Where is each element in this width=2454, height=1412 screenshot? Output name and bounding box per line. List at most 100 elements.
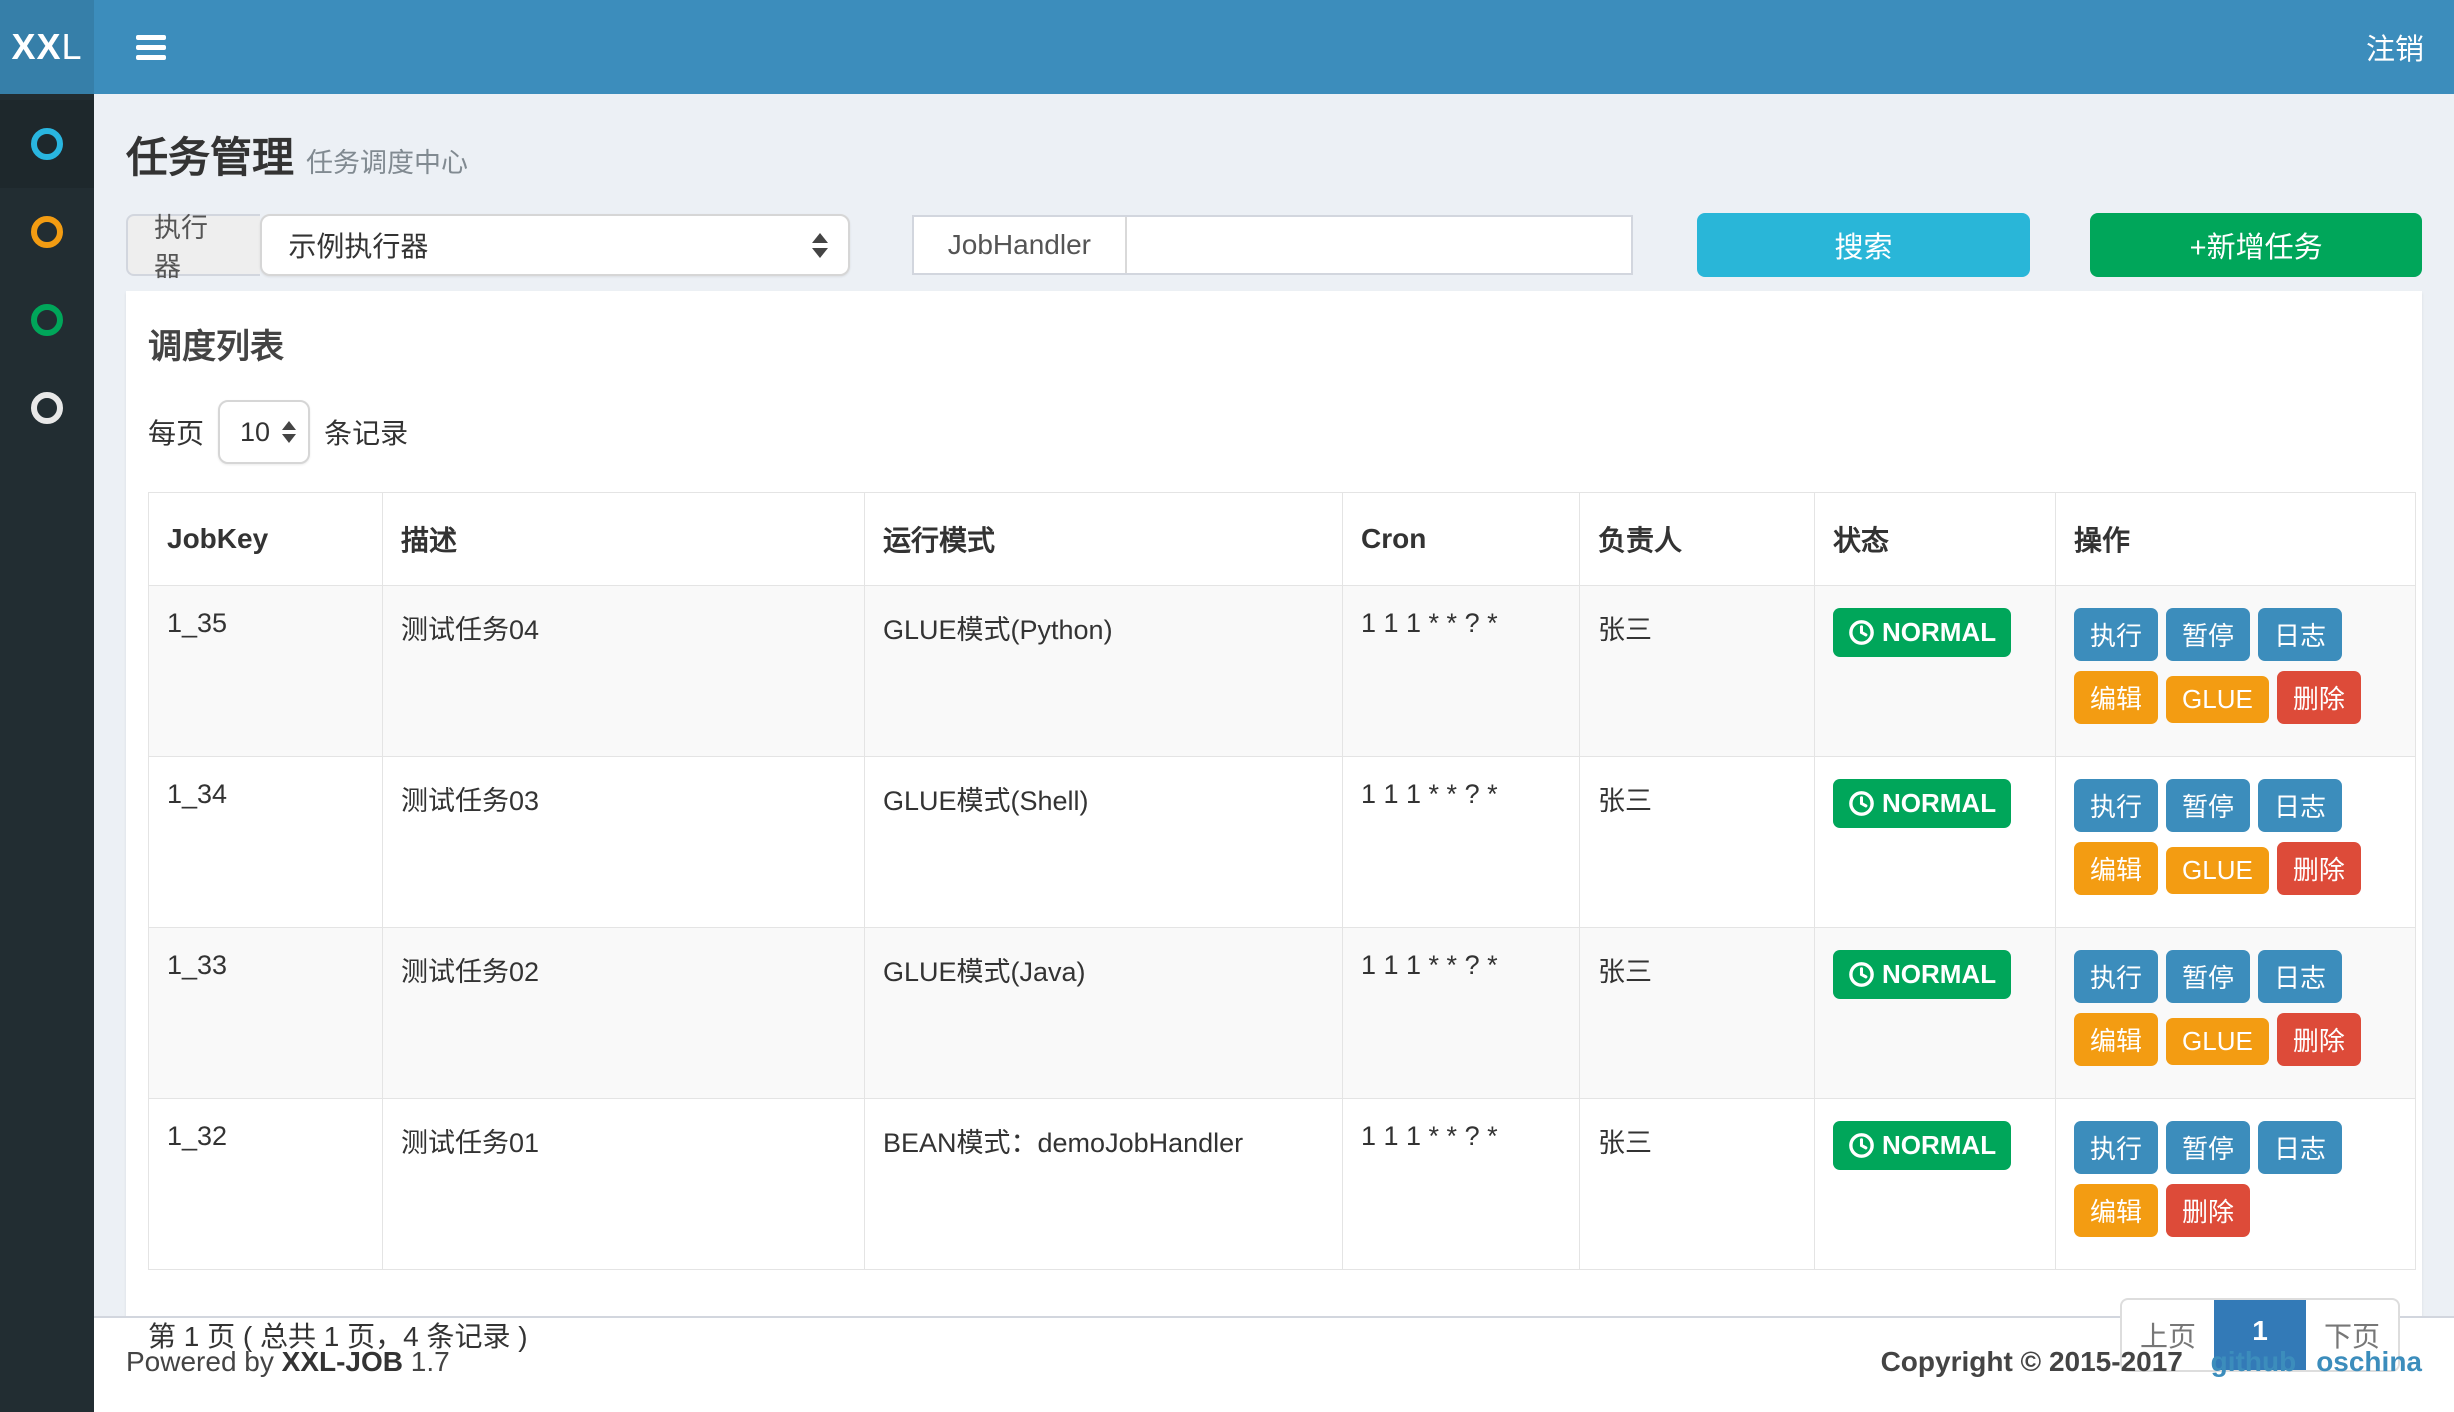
page-size-suffix: 条记录 xyxy=(324,412,408,452)
cell-description: 测试任务04 xyxy=(383,586,865,757)
delete-button[interactable]: 删除 xyxy=(2277,842,2361,895)
pause-button[interactable]: 暂停 xyxy=(2166,608,2250,661)
cell-cron: 1 1 1 * * ? * xyxy=(1343,586,1580,757)
run-button[interactable]: 执行 xyxy=(2074,608,2158,661)
search-button[interactable]: 搜索 xyxy=(1697,213,2031,277)
log-button[interactable]: 日志 xyxy=(2258,608,2342,661)
cell-status: NORMAL xyxy=(1815,1099,2056,1270)
panel-title: 调度列表 xyxy=(126,291,2422,368)
logout-link[interactable]: 注销 xyxy=(2366,26,2424,68)
cell-cron: 1 1 1 * * ? * xyxy=(1343,1099,1580,1270)
edit-button[interactable]: 编辑 xyxy=(2074,1013,2158,1066)
edit-button[interactable]: 编辑 xyxy=(2074,1184,2158,1237)
circle-icon xyxy=(31,128,63,160)
status-badge: NORMAL xyxy=(1833,779,2011,828)
cell-status: NORMAL xyxy=(1815,757,2056,928)
hamburger-bar xyxy=(136,45,166,50)
copyright-text: Copyright © 2015-2017 xyxy=(1881,1346,2183,1377)
glue-button[interactable]: GLUE xyxy=(2166,1018,2269,1065)
column-header: 操作 xyxy=(2056,493,2416,586)
edit-button[interactable]: 编辑 xyxy=(2074,842,2158,895)
github-link[interactable]: github xyxy=(2211,1346,2297,1377)
circle-icon xyxy=(31,216,63,248)
executor-select[interactable]: 示例执行器 xyxy=(260,214,849,276)
page-subtitle: 任务调度中心 xyxy=(306,148,468,178)
jobhandler-input[interactable] xyxy=(1127,217,1631,273)
cell-status: NORMAL xyxy=(1815,586,2056,757)
cell-cron: 1 1 1 * * ? * xyxy=(1343,757,1580,928)
executor-selected-value: 示例执行器 xyxy=(288,225,428,265)
cell-job-key: 1_34 xyxy=(149,757,383,928)
cell-run-mode: GLUE模式(Java) xyxy=(865,928,1343,1099)
glue-button[interactable]: GLUE xyxy=(2166,847,2269,894)
sidebar-item-job-help[interactable] xyxy=(0,364,94,452)
pause-button[interactable]: 暂停 xyxy=(2166,950,2250,1003)
sidebar-item-job-registry[interactable] xyxy=(0,276,94,364)
top-navbar: XXL 注销 xyxy=(0,0,2454,94)
page-size-control: 每页 10 条记录 xyxy=(148,400,2400,464)
page-header: 任务管理任务调度中心 xyxy=(94,94,2454,185)
pause-button[interactable]: 暂停 xyxy=(2166,779,2250,832)
clock-icon xyxy=(1848,1132,1875,1159)
cell-status: NORMAL xyxy=(1815,928,2056,1099)
delete-button[interactable]: 删除 xyxy=(2166,1184,2250,1237)
cell-cron: 1 1 1 * * ? * xyxy=(1343,928,1580,1099)
column-header: 运行模式 xyxy=(865,493,1343,586)
table-row: 1_34测试任务03GLUE模式(Shell)1 1 1 * * ? *张三NO… xyxy=(149,757,2416,928)
schedule-list-panel: 调度列表 每页 10 条记录 JobKey描述运行模式Cron负责人状态操作 1… xyxy=(126,291,2422,1412)
content-wrapper: 任务管理任务调度中心 执行器 示例执行器 JobHandler 搜索 +新增任务… xyxy=(94,94,2454,1316)
filter-row: 执行器 示例执行器 JobHandler 搜索 +新增任务 xyxy=(94,213,2454,277)
cell-job-key: 1_35 xyxy=(149,586,383,757)
status-text: NORMAL xyxy=(1882,1130,1996,1161)
clock-icon xyxy=(1848,619,1875,646)
glue-button[interactable]: GLUE xyxy=(2166,676,2269,723)
cell-run-mode: GLUE模式(Python) xyxy=(865,586,1343,757)
powered-by: Powered by XXL-JOB 1.7 xyxy=(126,1346,450,1384)
cell-description: 测试任务03 xyxy=(383,757,865,928)
run-button[interactable]: 执行 xyxy=(2074,950,2158,1003)
footer-version: 1.7 xyxy=(403,1346,450,1377)
log-button[interactable]: 日志 xyxy=(2258,1121,2342,1174)
page-title: 任务管理 xyxy=(126,134,294,181)
cell-owner: 张三 xyxy=(1580,757,1815,928)
select-arrows-icon xyxy=(812,233,828,258)
run-button[interactable]: 执行 xyxy=(2074,779,2158,832)
edit-button[interactable]: 编辑 xyxy=(2074,671,2158,724)
column-header: 负责人 xyxy=(1580,493,1815,586)
executor-group: 执行器 示例执行器 xyxy=(126,214,850,276)
delete-button[interactable]: 删除 xyxy=(2277,671,2361,724)
column-header: 状态 xyxy=(1815,493,2056,586)
page-size-select[interactable]: 10 xyxy=(218,400,310,464)
circle-icon xyxy=(31,304,63,336)
cell-actions: 执行暂停日志编辑删除 xyxy=(2056,1099,2416,1270)
sidebar-toggle-icon[interactable] xyxy=(126,20,176,75)
cell-actions: 执行暂停日志编辑GLUE删除 xyxy=(2056,757,2416,928)
oschina-link[interactable]: oschina xyxy=(2316,1346,2422,1377)
status-badge: NORMAL xyxy=(1833,950,2011,999)
powered-prefix: Powered by xyxy=(126,1346,282,1377)
log-button[interactable]: 日志 xyxy=(2258,779,2342,832)
jobhandler-label: JobHandler xyxy=(914,217,1127,273)
sidebar-item-job-log[interactable] xyxy=(0,188,94,276)
select-arrows-icon xyxy=(282,421,296,443)
cell-owner: 张三 xyxy=(1580,1099,1815,1270)
status-badge: NORMAL xyxy=(1833,1121,2011,1170)
cell-job-key: 1_33 xyxy=(149,928,383,1099)
pause-button[interactable]: 暂停 xyxy=(2166,1121,2250,1174)
hamburger-bar xyxy=(136,35,166,40)
sidebar-item-job-manage[interactable] xyxy=(0,100,94,188)
status-text: NORMAL xyxy=(1882,617,1996,648)
add-job-button[interactable]: +新增任务 xyxy=(2090,213,2422,277)
delete-button[interactable]: 删除 xyxy=(2277,1013,2361,1066)
jobhandler-group: JobHandler xyxy=(912,215,1633,275)
status-text: NORMAL xyxy=(1882,788,1996,819)
run-button[interactable]: 执行 xyxy=(2074,1121,2158,1174)
actions-wrap: 执行暂停日志编辑GLUE删除 xyxy=(2074,779,2374,905)
executor-label: 执行器 xyxy=(126,214,260,276)
log-button[interactable]: 日志 xyxy=(2258,950,2342,1003)
logo-rest-text: L xyxy=(62,26,83,68)
cell-job-key: 1_32 xyxy=(149,1099,383,1270)
cell-owner: 张三 xyxy=(1580,928,1815,1099)
app-logo[interactable]: XXL xyxy=(0,0,94,94)
actions-wrap: 执行暂停日志编辑GLUE删除 xyxy=(2074,608,2374,734)
